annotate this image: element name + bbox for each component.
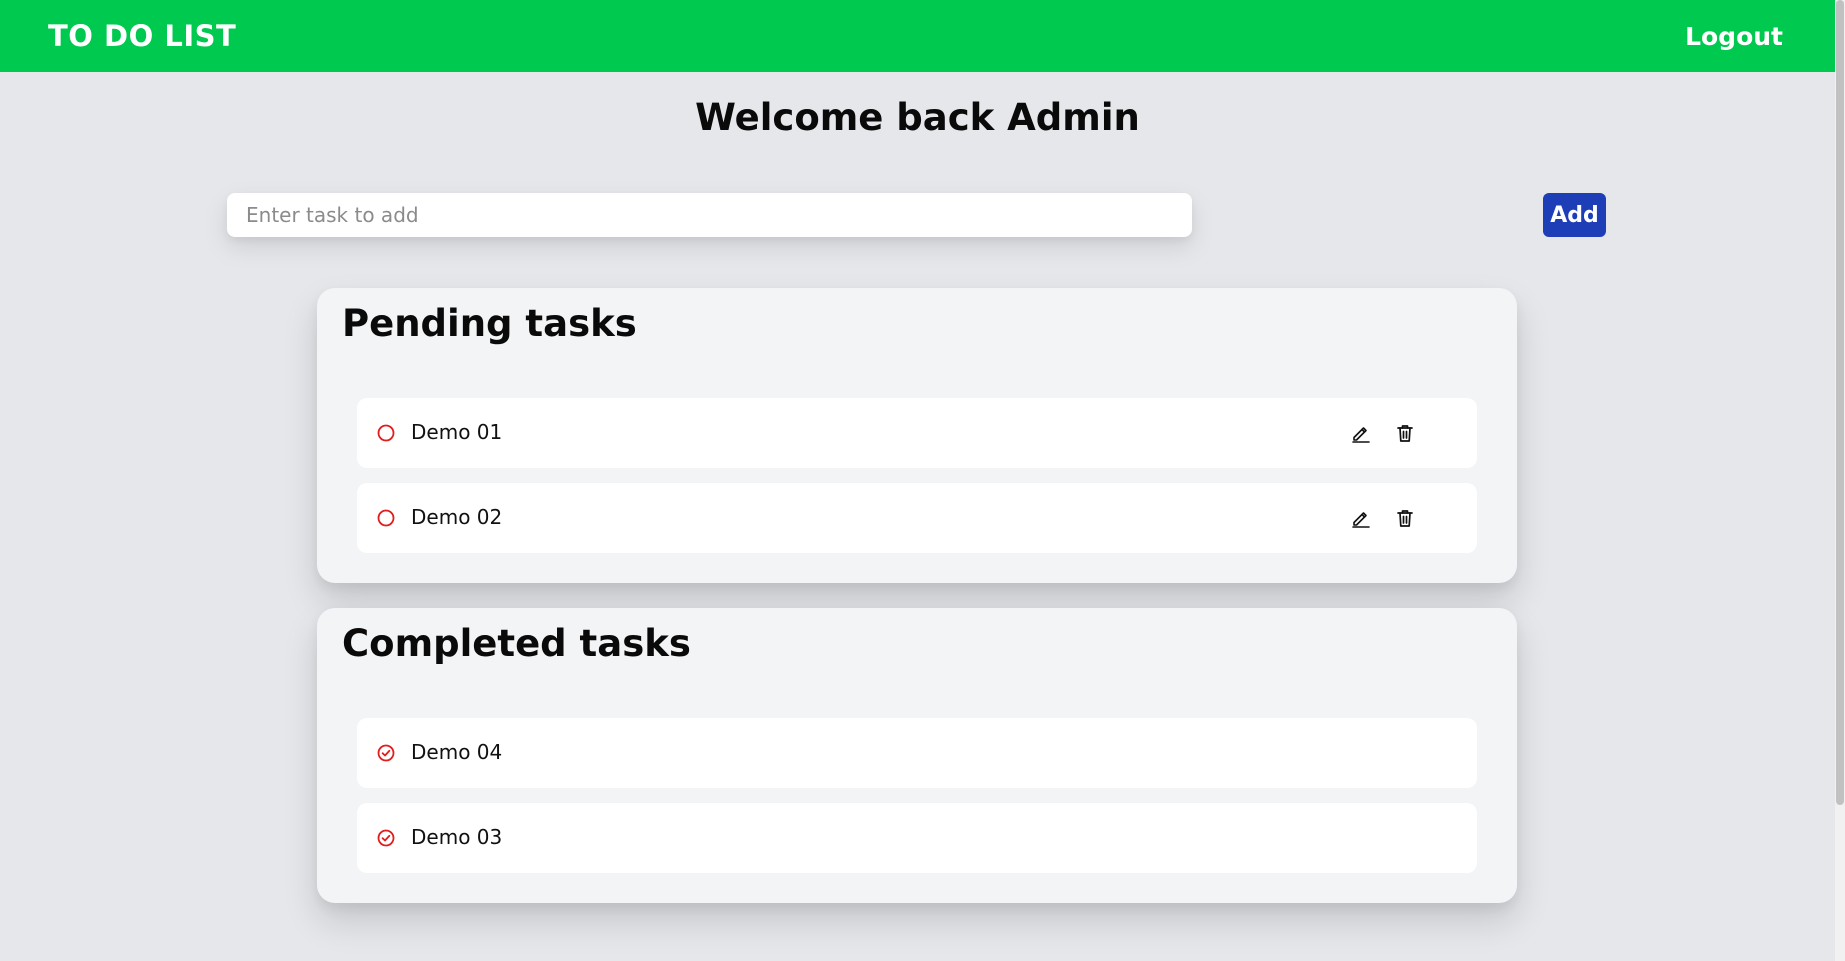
task-actions: [1350, 422, 1416, 444]
vertical-scrollbar[interactable]: [1835, 0, 1845, 961]
completed-tasks-card: Completed tasks Demo 04 Demo 03: [317, 608, 1517, 903]
scrollbar-thumb[interactable]: [1836, 0, 1844, 805]
circle-check-icon[interactable]: [377, 829, 395, 847]
circle-check-icon[interactable]: [377, 744, 395, 762]
task-label: Demo 04: [411, 740, 503, 764]
completed-tasks-title: Completed tasks: [342, 622, 691, 665]
add-task-form: Add: [227, 193, 1607, 237]
logout-button[interactable]: Logout: [1685, 22, 1783, 51]
pending-tasks-title: Pending tasks: [342, 302, 637, 345]
completed-task-item: Demo 03: [357, 803, 1477, 873]
app-title: TO DO LIST: [48, 19, 237, 53]
trash-icon[interactable]: [1394, 507, 1416, 529]
task-label: Demo 03: [411, 825, 503, 849]
add-button[interactable]: Add: [1543, 193, 1606, 237]
welcome-heading: Welcome back Admin: [695, 96, 1140, 139]
pending-tasks-card: Pending tasks Demo 01 Demo 02: [317, 288, 1517, 583]
edit-icon[interactable]: [1350, 507, 1372, 529]
circle-outline-icon[interactable]: [377, 424, 395, 442]
task-label: Demo 02: [411, 505, 503, 529]
task-actions: [1350, 507, 1416, 529]
completed-task-item: Demo 04: [357, 718, 1477, 788]
navbar: TO DO LIST Logout: [0, 0, 1835, 72]
pending-task-item: Demo 01: [357, 398, 1477, 468]
edit-icon[interactable]: [1350, 422, 1372, 444]
task-input[interactable]: [227, 193, 1192, 237]
trash-icon[interactable]: [1394, 422, 1416, 444]
circle-outline-icon[interactable]: [377, 509, 395, 527]
app-viewport: TO DO LIST Logout Welcome back Admin Add…: [0, 0, 1835, 961]
task-label: Demo 01: [411, 420, 503, 444]
pending-task-item: Demo 02: [357, 483, 1477, 553]
